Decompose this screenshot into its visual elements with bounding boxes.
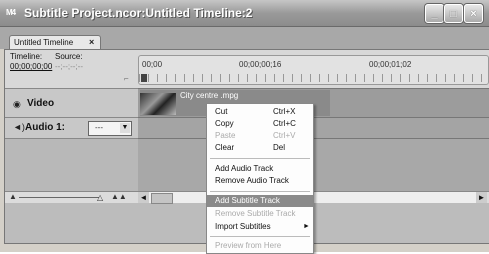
tab-close-icon[interactable]: × xyxy=(89,37,94,47)
app-icon: M4 xyxy=(6,8,16,17)
audio-select[interactable]: --- ▼ xyxy=(88,121,132,136)
menu-item-shortcut: Ctrl+X xyxy=(273,107,296,116)
video-track-header: ◉ Video xyxy=(5,88,138,117)
scroll-thumb[interactable] xyxy=(151,193,173,204)
eye-icon[interactable]: ◉ xyxy=(13,99,21,110)
video-track-label: Video xyxy=(27,98,55,109)
zoom-out-icon[interactable]: ▲ xyxy=(9,192,17,201)
ruler-ticks xyxy=(139,74,488,82)
menu-item-cut[interactable]: Cut Ctrl+X xyxy=(207,106,313,118)
menu-item-add-audio-track[interactable]: Add Audio Track xyxy=(207,163,313,175)
tab-strip: Untitled Timeline × xyxy=(0,27,489,50)
close-icon: × xyxy=(470,7,477,20)
menu-item-remove-subtitle-track[interactable]: Remove Subtitle Track xyxy=(207,208,313,220)
source-timecode: --;--;--;-- xyxy=(55,62,83,71)
menu-item-copy[interactable]: Copy Ctrl+C xyxy=(207,118,313,130)
menu-item-clear[interactable]: Clear Del xyxy=(207,142,313,154)
source-label: Source: xyxy=(55,52,83,61)
menu-item-shortcut: Del xyxy=(273,143,286,152)
menu-item-label: Add Audio Track xyxy=(215,164,274,173)
zoom-slider-thumb-icon[interactable]: △ xyxy=(97,193,103,202)
timecode-area: Timeline: 00;00;00;00 Source: --;--;--;-… xyxy=(5,50,489,88)
title-bar[interactable]: M4 Subtitle Project.ncor:Untitled Timeli… xyxy=(0,0,489,27)
maximize-button[interactable]: □ xyxy=(444,4,463,23)
menu-item-label: Cut xyxy=(215,107,228,116)
empty-track-header xyxy=(5,138,138,191)
menu-item-add-subtitle-track[interactable]: Add Subtitle Track xyxy=(207,195,313,207)
zoom-slider[interactable] xyxy=(19,197,99,198)
time-ruler[interactable]: 00;00 00;00;00;16 00;00;01;02 xyxy=(138,55,489,85)
menu-item-preview-from-here[interactable]: Preview from Here xyxy=(207,240,313,252)
zoom-in-icon[interactable]: ▲▲ xyxy=(111,192,127,201)
menu-item-paste[interactable]: Paste Ctrl+V xyxy=(207,130,313,142)
timeline-timecode[interactable]: 00;00;00;00 xyxy=(10,62,52,71)
marker-icon[interactable]: ⌐ xyxy=(124,74,134,84)
audio-select-value: --- xyxy=(95,123,103,132)
menu-item-label: Add Subtitle Track xyxy=(215,196,280,205)
tab-label: Untitled Timeline xyxy=(14,38,74,47)
submenu-arrow-icon: ► xyxy=(303,223,310,230)
tab-untitled-timeline[interactable]: Untitled Timeline × xyxy=(9,35,101,50)
menu-item-shortcut: Ctrl+V xyxy=(273,131,296,140)
menu-item-label: Remove Audio Track xyxy=(215,176,289,185)
minimize-icon: _ xyxy=(431,7,438,20)
scroll-left-icon[interactable]: ◄ xyxy=(138,192,149,203)
window-title: Subtitle Project.ncor:Untitled Timeline:… xyxy=(24,6,253,20)
playhead[interactable] xyxy=(141,74,147,82)
menu-item-shortcut: Ctrl+C xyxy=(273,119,296,128)
ruler-tick-label: 00;00 xyxy=(142,60,163,69)
maximize-icon: □ xyxy=(450,7,457,20)
audio-track-label: Audio 1: xyxy=(25,122,65,133)
menu-item-label: Remove Subtitle Track xyxy=(215,209,296,218)
minimize-button[interactable]: _ xyxy=(425,4,444,23)
ruler-tick-label: 00;00;01;02 xyxy=(369,60,412,69)
menu-item-label: Import Subtitles xyxy=(215,222,271,231)
menu-item-label: Clear xyxy=(215,143,235,152)
close-button[interactable]: × xyxy=(464,4,483,23)
menu-item-label: Preview from Here xyxy=(215,241,282,250)
menu-item-label: Copy xyxy=(215,119,234,128)
context-menu: Cut Ctrl+X Copy Ctrl+C Paste Ctrl+V Clear De… xyxy=(206,103,314,254)
menu-separator xyxy=(210,158,310,159)
timeline-label: Timeline: xyxy=(10,52,43,61)
speaker-icon[interactable]: ◄) xyxy=(13,122,25,132)
audio-track-header: ◄) Audio 1: --- ▼ xyxy=(5,117,138,138)
clip-thumbnail xyxy=(140,93,176,115)
scroll-right-icon[interactable]: ► xyxy=(476,192,487,203)
ruler-tick-label: 00;00;00;16 xyxy=(239,60,282,69)
chevron-down-icon: ▼ xyxy=(120,123,130,133)
menu-separator xyxy=(210,191,310,192)
app-window: M4 Subtitle Project.ncor:Untitled Timeli… xyxy=(0,0,489,254)
menu-item-import-subtitles[interactable]: Import Subtitles ► xyxy=(207,221,313,233)
menu-separator xyxy=(210,236,310,237)
menu-item-remove-audio-track[interactable]: Remove Audio Track xyxy=(207,175,313,187)
menu-item-label: Paste xyxy=(215,131,236,140)
clip-name: City centre .mpg xyxy=(180,91,239,100)
